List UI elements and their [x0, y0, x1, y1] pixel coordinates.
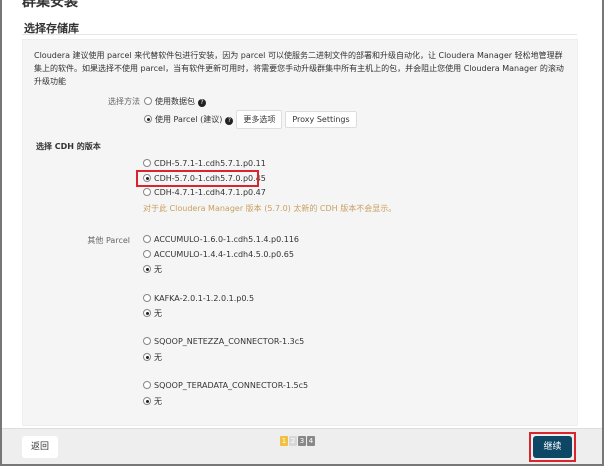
step-4: 4: [307, 436, 315, 446]
page-title: 群集安装: [22, 0, 78, 10]
parcel-option[interactable]: SQOOP_NETEZZA_CONNECTOR-1.3c5: [143, 337, 304, 346]
radio-icon[interactable]: [144, 115, 152, 123]
continue-button[interactable]: 继续: [533, 436, 572, 458]
parcel-option[interactable]: 无: [143, 264, 162, 275]
option-label: CDH-4.7.1-1.cdh4.7.1.p0.47: [154, 188, 266, 197]
step-3: 3: [298, 436, 306, 446]
radio-icon[interactable]: [143, 250, 151, 258]
proxy-settings-button[interactable]: Proxy Settings: [285, 111, 357, 128]
step-2: 2: [289, 436, 297, 446]
help-icon[interactable]: ?: [198, 99, 206, 107]
parcel-option[interactable]: 无: [143, 396, 162, 407]
description: Cloudera 建议使用 parcel 来代替软件包进行安装，因为 parce…: [34, 51, 564, 86]
radio-icon[interactable]: [143, 353, 151, 361]
method-option-parcel[interactable]: 使用 Parcel (建议)? 更多选项 Proxy Settings: [144, 110, 357, 129]
option-label: KAFKA-2.0.1-1.2.0.1.p0.5: [154, 294, 255, 303]
radio-icon[interactable]: [143, 188, 151, 196]
cdh-note: 对于此 Cloudera Manager 版本 (5.7.0) 太新的 CDH …: [143, 204, 397, 213]
option-label: 无: [154, 353, 162, 362]
continue-highlight: 继续: [529, 432, 576, 462]
help-icon[interactable]: ?: [225, 117, 234, 125]
parcel-option[interactable]: 无: [143, 308, 162, 319]
highlight-box: [136, 170, 259, 187]
cdh-option[interactable]: CDH-5.7.1-1.cdh5.7.1.p0.11: [143, 159, 266, 168]
option-label: ACCUMULO-1.6.0-1.cdh5.1.4.p0.116: [154, 235, 299, 244]
cdh-option[interactable]: CDH-4.7.1-1.cdh4.7.1.p0.47: [143, 188, 266, 197]
option-label: ACCUMULO-1.4.4-1.cdh4.5.0.p0.65: [154, 250, 294, 259]
other-parcels-label: 其他 Parcel: [87, 236, 130, 245]
option-label: CDH-5.7.1-1.cdh5.7.1.p0.11: [154, 159, 266, 168]
option-label: 无: [154, 309, 162, 318]
step-1: 1: [280, 436, 288, 446]
footer: [2, 428, 602, 464]
radio-icon[interactable]: [144, 97, 152, 105]
option-label: 使用数据包: [155, 97, 195, 106]
radio-icon[interactable]: [143, 397, 151, 405]
option-label: 无: [154, 265, 162, 274]
cdh-title: 选择 CDH 的版本: [36, 142, 101, 151]
method-option-packages[interactable]: 使用数据包?: [144, 96, 206, 107]
more-options-button[interactable]: 更多选项: [236, 110, 283, 129]
radio-icon[interactable]: [143, 337, 151, 345]
parcel-option[interactable]: ACCUMULO-1.6.0-1.cdh5.1.4.p0.116: [143, 235, 299, 244]
step-indicator: 1 2 3 4: [280, 436, 315, 446]
parcel-option[interactable]: ACCUMULO-1.4.4-1.cdh4.5.0.p0.65: [143, 250, 294, 259]
radio-icon[interactable]: [143, 265, 151, 273]
back-button[interactable]: 返回: [22, 436, 58, 458]
option-label: SQOOP_NETEZZA_CONNECTOR-1.3c5: [154, 337, 305, 346]
option-label: SQOOP_TERADATA_CONNECTOR-1.5c5: [154, 381, 309, 390]
radio-icon[interactable]: [143, 294, 151, 302]
method-label: 选择方法: [108, 97, 140, 106]
parcel-option[interactable]: KAFKA-2.0.1-1.2.0.1.p0.5: [143, 294, 254, 303]
radio-icon[interactable]: [143, 235, 151, 243]
parcel-option[interactable]: 无: [143, 352, 162, 363]
radio-icon[interactable]: [143, 381, 151, 389]
option-label: 无: [154, 397, 162, 406]
option-label: 使用 Parcel (建议): [155, 115, 223, 124]
parcel-option[interactable]: SQOOP_TERADATA_CONNECTOR-1.5c5: [143, 381, 308, 390]
divider: [22, 34, 577, 35]
radio-icon[interactable]: [143, 309, 151, 317]
radio-icon[interactable]: [143, 159, 151, 167]
